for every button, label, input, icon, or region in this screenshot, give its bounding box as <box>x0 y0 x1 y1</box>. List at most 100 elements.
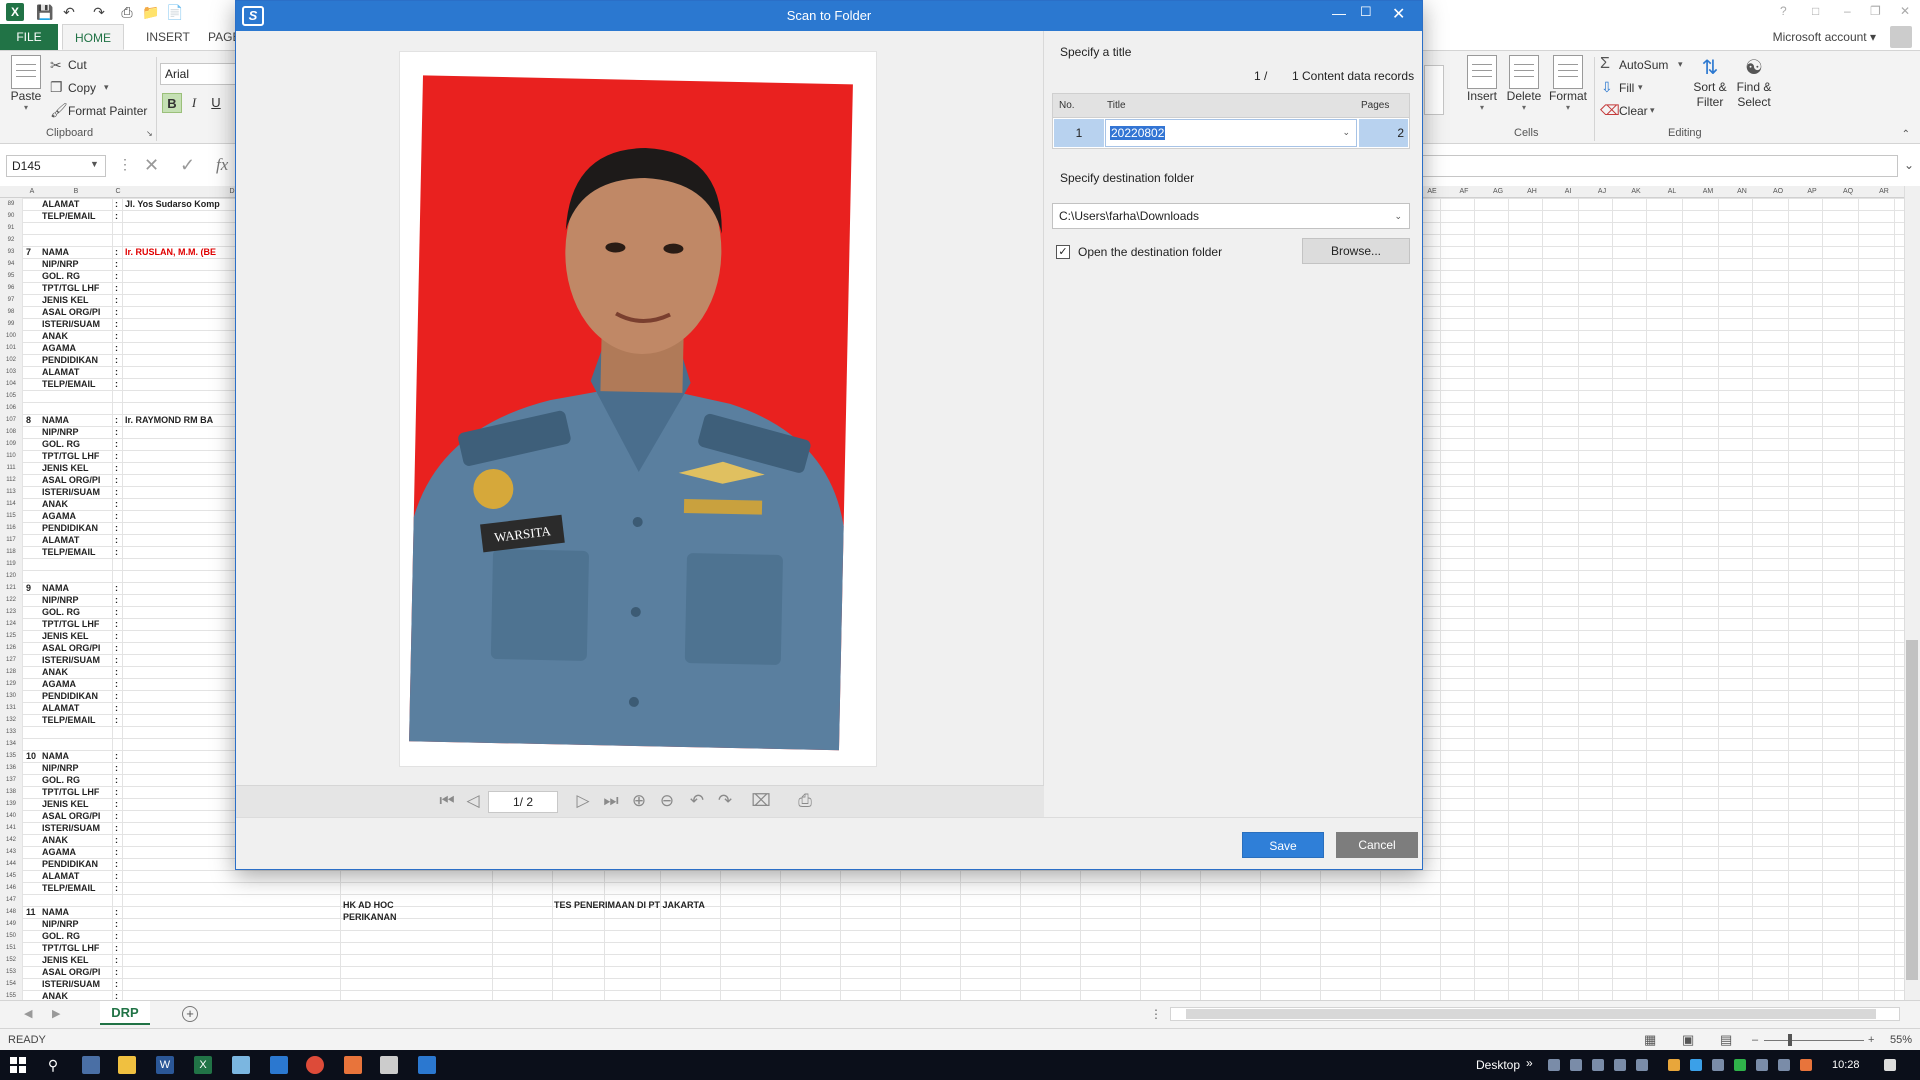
row-number[interactable]: 123 <box>0 606 22 618</box>
restore-icon[interactable]: ❐ <box>1870 4 1881 18</box>
table-row[interactable]: 146 TELP/EMAIL: <box>0 882 1904 894</box>
field-label[interactable]: NIP/NRP <box>42 426 112 438</box>
field-label[interactable]: GOL. RG <box>42 438 112 450</box>
tray-icon[interactable] <box>1614 1059 1626 1071</box>
enter-entry-icon[interactable]: ✓ <box>180 155 195 176</box>
column-header[interactable]: AH <box>1524 186 1540 198</box>
tray-icon[interactable] <box>1690 1059 1702 1071</box>
row-number[interactable]: 132 <box>0 714 22 726</box>
page-break-view-icon[interactable]: ▤ <box>1720 1029 1732 1051</box>
dialog-title-bar[interactable]: Scan to Folder S — ☐ ✕ <box>236 1 1422 31</box>
row-number[interactable]: 102 <box>0 354 22 366</box>
row-number[interactable]: 129 <box>0 678 22 690</box>
chrome-icon[interactable] <box>306 1056 324 1074</box>
row-number[interactable]: 111 <box>0 462 22 474</box>
field-label[interactable]: TELP/EMAIL <box>42 378 112 390</box>
scroll-right-icon[interactable]: ▶ <box>52 1007 60 1020</box>
row-number[interactable]: 151 <box>0 942 22 954</box>
field-label[interactable]: ASAL ORG/PI <box>42 474 112 486</box>
field-label[interactable]: TELP/EMAIL <box>42 546 112 558</box>
desktop-toolbar-label[interactable]: Desktop <box>1476 1050 1520 1080</box>
row-number[interactable]: 97 <box>0 294 22 306</box>
file-explorer-icon[interactable] <box>118 1056 136 1074</box>
entry-number[interactable]: 11 <box>26 906 36 918</box>
dialog-launcher-icon[interactable]: ↘ <box>146 129 153 138</box>
row-number[interactable]: 108 <box>0 426 22 438</box>
row-number[interactable]: 124 <box>0 618 22 630</box>
field-label[interactable]: AGAMA <box>42 678 112 690</box>
row-number[interactable]: 105 <box>0 390 22 402</box>
maximize-icon[interactable]: ☐ <box>1360 4 1372 20</box>
row-number[interactable]: 107 <box>0 414 22 426</box>
field-label[interactable]: ANAK <box>42 498 112 510</box>
notepad-icon[interactable] <box>232 1056 250 1074</box>
column-header[interactable]: AI <box>1560 186 1576 198</box>
column-header[interactable]: AQ <box>1840 186 1856 198</box>
column-header[interactable]: AP <box>1804 186 1820 198</box>
formula-input[interactable] <box>1422 155 1898 177</box>
format-cells-button[interactable]: Format ▾ <box>1546 55 1590 112</box>
previous-page-icon[interactable]: ◁ <box>462 791 484 811</box>
next-page-icon[interactable]: ▷ <box>572 791 594 811</box>
tab-file[interactable]: FILE <box>0 24 58 50</box>
column-header[interactable]: C <box>112 186 124 198</box>
field-label[interactable]: JENIS KEL <box>42 462 112 474</box>
row-number[interactable]: 95 <box>0 270 22 282</box>
field-label[interactable]: NIP/NRP <box>42 762 112 774</box>
app-icon[interactable] <box>380 1056 398 1074</box>
tray-icon[interactable] <box>1570 1059 1582 1071</box>
field-label[interactable]: ASAL ORG/PI <box>42 306 112 318</box>
tray-icon[interactable] <box>1734 1059 1746 1071</box>
field-label[interactable]: ISTERI/SUAM <box>42 978 112 990</box>
row-number[interactable]: 96 <box>0 282 22 294</box>
save-button[interactable]: Save <box>1242 832 1324 858</box>
row-number[interactable]: 140 <box>0 810 22 822</box>
sheet-tab-drp[interactable]: DRP <box>100 1001 150 1025</box>
row-number[interactable]: 155 <box>0 990 22 1000</box>
row-number[interactable]: 149 <box>0 918 22 930</box>
row-number[interactable]: 98 <box>0 306 22 318</box>
close-icon[interactable]: ✕ <box>1900 4 1910 18</box>
column-header[interactable]: AG <box>1490 186 1506 198</box>
app-icon[interactable] <box>82 1056 100 1074</box>
row-number[interactable]: 99 <box>0 318 22 330</box>
field-value[interactable]: Ir. RAYMOND RM BA <box>125 414 235 426</box>
row-number[interactable]: 113 <box>0 486 22 498</box>
font-name-input[interactable]: Arial <box>160 63 236 85</box>
copy-button[interactable]: Copy <box>68 81 96 95</box>
cancel-entry-icon[interactable]: ✕ <box>144 155 159 176</box>
field-label[interactable]: ALAMAT <box>42 534 112 546</box>
row-number[interactable]: 118 <box>0 546 22 558</box>
row-number[interactable]: 146 <box>0 882 22 894</box>
column-header[interactable]: A <box>26 186 38 198</box>
paste-button[interactable]: Paste ▾ <box>4 55 48 112</box>
expand-formula-bar-icon[interactable]: ⌄ <box>1904 158 1914 172</box>
row-number[interactable]: 138 <box>0 786 22 798</box>
horizontal-scroll-thumb[interactable] <box>1186 1009 1876 1019</box>
tray-icon[interactable] <box>1800 1059 1812 1071</box>
row-number[interactable]: 134 <box>0 738 22 750</box>
help-icon[interactable]: ? <box>1780 4 1787 18</box>
rotate-left-icon[interactable]: ↶ <box>686 791 708 811</box>
zoom-slider-thumb[interactable] <box>1788 1034 1792 1046</box>
field-label[interactable]: TPT/TGL LHF <box>42 618 112 630</box>
field-label[interactable]: PENDIDIKAN <box>42 522 112 534</box>
field-label[interactable]: ASAL ORG/PI <box>42 642 112 654</box>
first-page-icon[interactable]: ⏮ <box>436 791 458 811</box>
page-layout-view-icon[interactable]: ▣ <box>1682 1029 1694 1051</box>
page-settings-icon[interactable]: ⎙ <box>794 791 816 811</box>
ribbon-options-icon[interactable]: □ <box>1812 4 1819 18</box>
row-number[interactable]: 93 <box>0 246 22 258</box>
row-number[interactable]: 114 <box>0 498 22 510</box>
field-label[interactable]: NIP/NRP <box>42 918 112 930</box>
row-number[interactable]: 150 <box>0 930 22 942</box>
row-number[interactable]: 133 <box>0 726 22 738</box>
row-number[interactable]: 147 <box>0 894 22 906</box>
tab-insert[interactable]: INSERT <box>134 24 202 50</box>
format-painter-button[interactable]: Format Painter <box>68 104 147 118</box>
windows-start-icon[interactable] <box>10 1057 26 1073</box>
field-label[interactable]: ISTERI/SUAM <box>42 486 112 498</box>
entry-number[interactable]: 10 <box>26 750 36 762</box>
field-label[interactable]: TPT/TGL LHF <box>42 942 112 954</box>
row-number[interactable]: 116 <box>0 522 22 534</box>
